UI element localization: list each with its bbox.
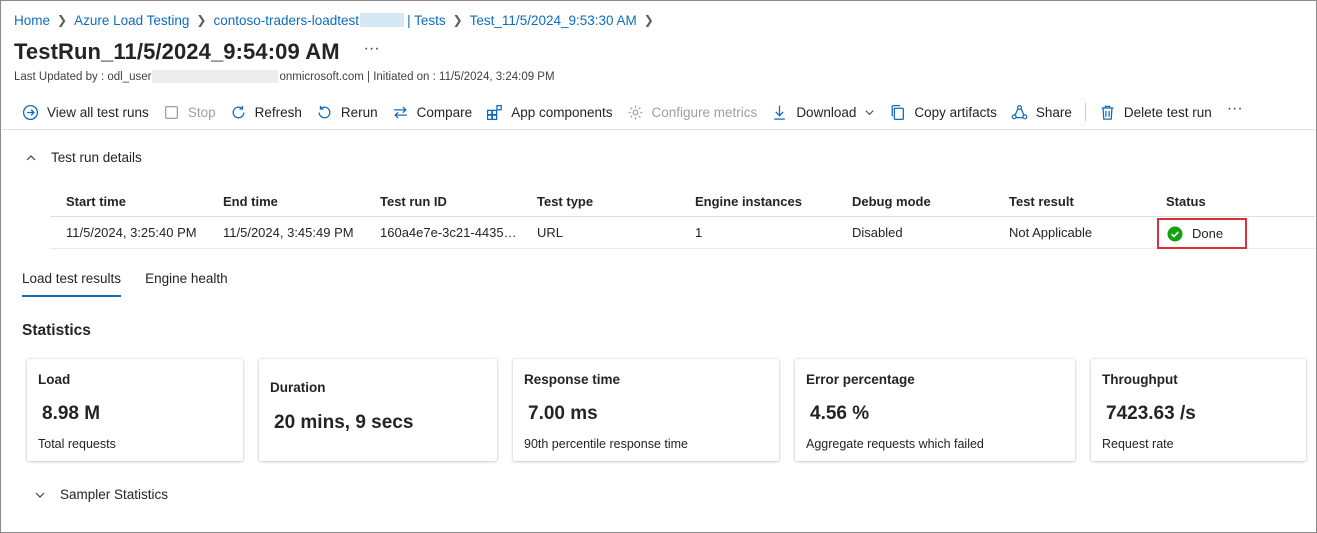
redacted-text xyxy=(152,70,279,83)
column-header: End time xyxy=(223,194,278,209)
chevron-up-icon xyxy=(26,154,36,160)
stat-card-load: Load 8.98 M Total requests xyxy=(27,359,243,461)
redacted-text xyxy=(360,13,405,27)
column-header: Start time xyxy=(66,194,126,209)
column-header: Debug mode xyxy=(852,194,931,209)
column-header: Test result xyxy=(1009,194,1074,209)
column-header: Test run ID xyxy=(380,194,447,209)
chevron-right-icon: ❯ xyxy=(643,13,654,27)
trash-icon xyxy=(1101,105,1114,120)
table-header-row: Start time End time Test run ID Test typ… xyxy=(50,187,1315,217)
breadcrumb-tests[interactable]: | Tests xyxy=(407,13,446,28)
title-row: TestRun_11/5/2024_9:54:09 AM ··· xyxy=(14,39,380,65)
chevron-right-icon: ❯ xyxy=(452,13,463,27)
card-label: Duration xyxy=(270,380,326,395)
chevron-down-icon xyxy=(865,109,874,115)
status-badge: Done xyxy=(1157,218,1247,249)
command-bar: View all test runs Stop Refresh Rerun Co… xyxy=(15,99,1251,125)
card-label: Throughput xyxy=(1102,372,1178,387)
refresh-button[interactable]: Refresh xyxy=(223,99,309,125)
share-icon xyxy=(1011,104,1028,119)
download-icon xyxy=(774,105,786,120)
results-tabs: Load test results Engine health xyxy=(22,271,252,297)
card-label: Error percentage xyxy=(806,372,915,387)
compare-arrows-icon xyxy=(393,106,407,118)
engine-instances-cell: 1 xyxy=(695,225,703,240)
table-row: 11/5/2024, 3:25:40 PM 11/5/2024, 3:45:49… xyxy=(50,217,1315,249)
test-run-details-table: Start time End time Test run ID Test typ… xyxy=(50,187,1315,249)
chevron-right-icon: ❯ xyxy=(196,13,207,27)
stat-card-response-time: Response time 7.00 ms 90th percentile re… xyxy=(513,359,779,461)
column-header: Status xyxy=(1166,194,1206,209)
card-value: 4.56 % xyxy=(810,403,870,424)
compare-button[interactable]: Compare xyxy=(385,99,480,125)
card-label: Load xyxy=(38,372,71,387)
copy-artifacts-button[interactable]: Copy artifacts xyxy=(882,99,1004,125)
start-time-cell: 11/5/2024, 3:25:40 PM xyxy=(66,225,197,240)
more-options-icon[interactable]: ··· xyxy=(364,40,380,58)
toolbar-divider xyxy=(1084,103,1086,121)
gear-icon xyxy=(628,105,642,119)
tab-engine-health[interactable]: Engine health xyxy=(145,271,228,297)
stat-card-error-percentage: Error percentage 4.56 % Aggregate reques… xyxy=(795,359,1075,461)
status-text: Done xyxy=(1192,226,1224,241)
card-subtitle: Request rate xyxy=(1102,437,1174,451)
stat-card-duration: Duration 20 mins, 9 secs xyxy=(259,359,497,461)
breadcrumb-azure-load-testing[interactable]: Azure Load Testing xyxy=(74,13,189,28)
card-value: 7.00 ms xyxy=(528,403,598,424)
breadcrumb-test[interactable]: Test_11/5/2024_9:53:30 AM xyxy=(470,13,637,28)
view-all-test-runs-button[interactable]: View all test runs xyxy=(15,99,156,125)
debug-mode-cell: Disabled xyxy=(852,225,903,240)
card-label: Response time xyxy=(524,372,621,387)
checkmark-circle-icon xyxy=(1167,226,1183,241)
card-subtitle: Total requests xyxy=(38,437,116,451)
test-run-page: Home ❯ Azure Load Testing ❯ contoso-trad… xyxy=(0,0,1317,533)
test-run-details-toggle[interactable]: Test run details xyxy=(25,150,142,165)
chevron-right-icon: ❯ xyxy=(57,13,68,27)
stop-button[interactable]: Stop xyxy=(156,99,223,125)
test-result-cell: Not Applicable xyxy=(1009,225,1093,240)
last-updated-label: Last Updated by : odl_user xyxy=(14,70,152,83)
delete-test-run-button[interactable]: Delete test run xyxy=(1092,99,1219,125)
page-subtitle: Last Updated by : odl_user onmicrosoft.c… xyxy=(14,70,555,83)
sampler-statistics-toggle[interactable]: Sampler Statistics xyxy=(34,487,168,502)
column-header: Engine instances xyxy=(695,194,802,209)
header-divider xyxy=(2,129,1315,130)
stop-square-icon xyxy=(164,105,178,119)
card-value: 7423.63 /s xyxy=(1106,403,1196,424)
end-time-cell: 11/5/2024, 3:45:49 PM xyxy=(223,225,354,240)
breadcrumb-home[interactable]: Home xyxy=(14,13,50,28)
card-subtitle: 90th percentile response time xyxy=(524,437,688,451)
card-value: 20 mins, 9 secs xyxy=(274,412,414,433)
tab-load-test-results[interactable]: Load test results xyxy=(22,271,122,297)
stat-card-throughput: Throughput 7423.63 /s Request rate xyxy=(1091,359,1306,461)
breadcrumb-resource[interactable]: contoso-traders-loadtest xyxy=(213,13,359,28)
card-value: 8.98 M xyxy=(42,403,101,424)
column-header: Test type xyxy=(537,194,594,209)
rerun-icon xyxy=(318,105,331,118)
download-button[interactable]: Download xyxy=(764,99,882,125)
breadcrumb: Home ❯ Azure Load Testing ❯ contoso-trad… xyxy=(14,11,661,29)
refresh-icon xyxy=(232,105,245,118)
card-subtitle: Aggregate requests which failed xyxy=(806,437,984,451)
rerun-button[interactable]: Rerun xyxy=(309,99,385,125)
chevron-down-icon xyxy=(35,492,45,498)
initiated-on-label: onmicrosoft.com | Initiated on : 11/5/20… xyxy=(279,70,555,83)
test-run-id-cell: 160a4e7e-3c21-4435… xyxy=(380,225,517,240)
copy-icon xyxy=(891,104,905,120)
statistics-title: Statistics xyxy=(22,322,91,339)
share-button[interactable]: Share xyxy=(1004,99,1079,125)
test-type-cell: URL xyxy=(537,225,564,240)
configure-metrics-button[interactable]: Configure metrics xyxy=(620,99,765,125)
app-components-button[interactable]: App components xyxy=(479,99,619,125)
page-title: TestRun_11/5/2024_9:54:09 AM xyxy=(14,39,340,64)
app-components-icon xyxy=(487,104,503,120)
more-commands-icon[interactable]: ··· xyxy=(1219,100,1251,118)
arrow-circle-right-icon xyxy=(22,104,39,120)
